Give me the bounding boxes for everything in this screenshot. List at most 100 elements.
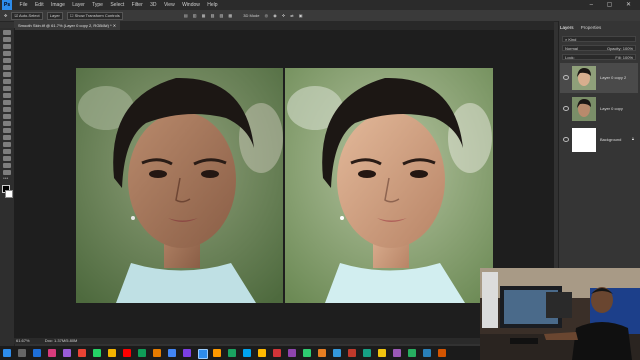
ps-logo-icon[interactable]: Ps — [2, 0, 13, 10]
clone-stamp-tool-icon[interactable] — [3, 93, 11, 98]
panel-tabs: Layers Properties — [560, 24, 638, 32]
taskbar-app-icon[interactable] — [423, 349, 431, 357]
crop-tool-icon[interactable] — [3, 58, 11, 63]
taskbar-app-icon[interactable] — [258, 349, 266, 357]
layer-name: Background — [600, 137, 622, 142]
taskbar-app-icon[interactable] — [438, 349, 446, 357]
menu-item-view[interactable]: View — [164, 2, 175, 8]
blur-tool-icon[interactable] — [3, 121, 11, 126]
opacity-value[interactable]: 100% — [623, 46, 633, 51]
layer-name: Layer 0 copy — [600, 106, 623, 111]
taskbar-app-icon[interactable] — [273, 349, 281, 357]
photo-before[interactable] — [76, 68, 283, 303]
taskbar-app-icon[interactable] — [243, 349, 251, 357]
photo-after[interactable] — [285, 68, 493, 303]
taskbar-app-icon[interactable] — [108, 349, 116, 357]
taskbar-app-icon[interactable] — [18, 349, 26, 357]
zoom-level[interactable]: 61.67% — [16, 338, 30, 343]
taskbar-app-icon[interactable] — [228, 349, 236, 357]
brush-tool-icon[interactable] — [3, 86, 11, 91]
menu-item-file[interactable]: File — [20, 2, 28, 8]
show-transform-checkbox[interactable]: ☐ Show Transform Controls — [66, 11, 123, 20]
move-tool-icon[interactable] — [3, 30, 11, 35]
history-brush-tool-icon[interactable] — [3, 100, 11, 105]
align-icons[interactable]: ▤ ▥ ▦ ▧ ▨ ▩ — [184, 13, 234, 18]
taskbar-app-icon[interactable] — [33, 349, 41, 357]
more-tools-icon[interactable]: ••• — [3, 177, 11, 183]
start-icon[interactable] — [3, 349, 11, 357]
taskbar-app-icon[interactable] — [48, 349, 56, 357]
shape-tool-icon[interactable] — [3, 156, 11, 161]
tab-layers[interactable]: Layers — [560, 25, 574, 30]
taskbar-app-icon[interactable] — [168, 349, 176, 357]
taskbar-app-icon[interactable] — [213, 349, 221, 357]
menu-item-3d[interactable]: 3D — [150, 2, 156, 8]
taskbar-app-icon[interactable] — [63, 349, 71, 357]
taskbar-app-icon[interactable] — [183, 349, 191, 357]
healing-brush-tool-icon[interactable] — [3, 79, 11, 84]
lasso-tool-icon[interactable] — [3, 44, 11, 49]
layer-select-dropdown[interactable]: Layer — [46, 11, 63, 20]
background-color-swatch[interactable] — [5, 190, 13, 198]
type-tool-icon[interactable] — [3, 142, 11, 147]
auto-select-checkbox[interactable]: ☑ Auto-Select — [11, 11, 43, 20]
photoshop-taskbar-icon[interactable] — [198, 349, 208, 359]
eyedropper-tool-icon[interactable] — [3, 72, 11, 77]
tools-panel: ••• — [0, 28, 15, 346]
menu-item-filter[interactable]: Filter — [132, 2, 143, 8]
move-tool-icon[interactable]: ✥ — [4, 13, 7, 18]
webcam-overlay — [480, 268, 640, 360]
visibility-eye-icon[interactable] — [563, 106, 569, 111]
menu-item-type[interactable]: Type — [92, 2, 103, 8]
taskbar-app-icon[interactable] — [393, 349, 401, 357]
taskbar-app-icon[interactable] — [378, 349, 386, 357]
blend-mode-dropdown[interactable]: Normal — [565, 46, 578, 51]
taskbar-app-icon[interactable] — [408, 349, 416, 357]
zoom-tool-icon[interactable] — [3, 170, 11, 175]
hand-tool-icon[interactable] — [3, 163, 11, 168]
layer-filter-kind[interactable]: ⌕ Kind — [562, 36, 636, 42]
doc-size[interactable]: Doc: 1.37M/5.80M — [45, 338, 78, 343]
fill-value[interactable]: 100% — [623, 55, 633, 60]
lock-icon: 🔒︎ — [631, 136, 634, 141]
visibility-eye-icon[interactable] — [563, 137, 569, 142]
taskbar-app-icon[interactable] — [93, 349, 101, 357]
taskbar-app-icon[interactable] — [363, 349, 371, 357]
lock-row: Lock: Fill: 100% — [562, 54, 636, 60]
visibility-eye-icon[interactable] — [563, 75, 569, 80]
close-icon[interactable]: ✕ — [113, 23, 116, 28]
taskbar-app-icon[interactable] — [138, 349, 146, 357]
layer-row-active[interactable]: Layer 0 copy 2 — [560, 63, 638, 93]
menu-item-window[interactable]: Window — [182, 2, 200, 8]
marquee-tool-icon[interactable] — [3, 37, 11, 42]
quick-select-tool-icon[interactable] — [3, 51, 11, 56]
taskbar-app-icon[interactable] — [123, 349, 131, 357]
menu-item-select[interactable]: Select — [110, 2, 124, 8]
window-controls[interactable]: – ▢ ✕ — [590, 0, 637, 10]
eraser-tool-icon[interactable] — [3, 107, 11, 112]
tab-properties[interactable]: Properties — [581, 25, 602, 30]
menu-item-image[interactable]: Image — [51, 2, 65, 8]
menu-item-layer[interactable]: Layer — [72, 2, 85, 8]
frame-tool-icon[interactable] — [3, 65, 11, 70]
taskbar-app-icon[interactable] — [318, 349, 326, 357]
layer-row[interactable]: Background 🔒︎ — [560, 125, 638, 155]
document-tab[interactable]: Smooth Skin.tif @ 61.7% (Layer 0 copy 2,… — [14, 21, 121, 30]
path-select-tool-icon[interactable] — [3, 149, 11, 154]
dodge-tool-icon[interactable] — [3, 128, 11, 133]
taskbar-app-icon[interactable] — [288, 349, 296, 357]
taskbar-app-icon[interactable] — [303, 349, 311, 357]
menu-item-edit[interactable]: Edit — [35, 2, 44, 8]
taskbar-app-icon[interactable] — [333, 349, 341, 357]
layer-row[interactable]: Layer 0 copy — [560, 94, 638, 124]
layer-thumbnail — [572, 128, 596, 152]
taskbar-app-icon[interactable] — [78, 349, 86, 357]
taskbar-app-icon[interactable] — [153, 349, 161, 357]
pen-tool-icon[interactable] — [3, 135, 11, 140]
show-transform-label: Show Transform Controls — [74, 12, 120, 18]
menu-item-help[interactable]: Help — [207, 2, 217, 8]
taskbar-app-icon[interactable] — [348, 349, 356, 357]
gradient-tool-icon[interactable] — [3, 114, 11, 119]
3d-tool-icons[interactable]: ◎ ◉ ✣ ⇄ ▣ — [265, 13, 305, 18]
auto-select-label: Auto-Select — [18, 12, 40, 18]
